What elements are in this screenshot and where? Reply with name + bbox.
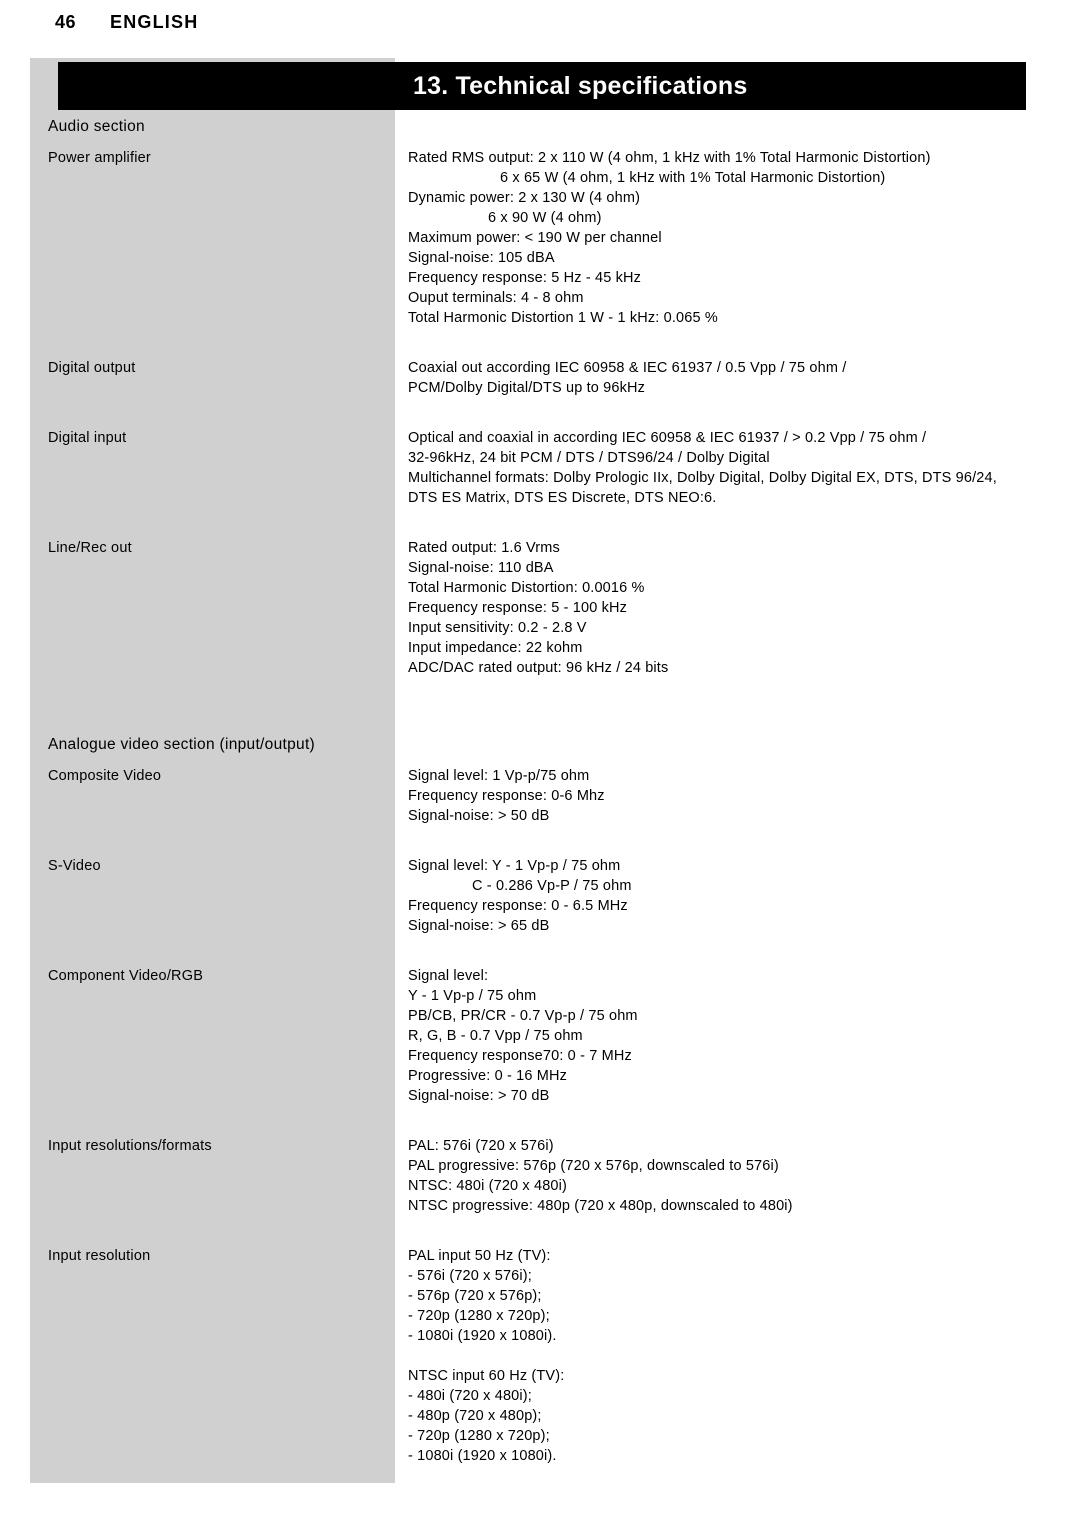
spec-row-values: Optical and coaxial in according IEC 609… bbox=[408, 428, 1028, 508]
spec-line: Rated output: 1.6 Vrms bbox=[408, 540, 560, 556]
spec-line: Rated RMS output: 2 x 110 W (4 ohm, 1 kH… bbox=[408, 150, 931, 166]
spec-line: Signal level: Y - 1 Vp-p / 75 ohm bbox=[408, 858, 621, 874]
spec-line: Optical and coaxial in according IEC 609… bbox=[408, 430, 927, 446]
spec-row-label: Power amplifier bbox=[48, 150, 151, 166]
spec-row-label: S-Video bbox=[48, 858, 101, 874]
page-header: 46 ENGLISH bbox=[0, 0, 1080, 58]
spec-row-label: Composite Video bbox=[48, 768, 162, 784]
spec-line: PAL progressive: 576p (720 x 576p, downs… bbox=[408, 1158, 779, 1174]
spec-line: Signal-noise: > 70 dB bbox=[408, 1088, 550, 1104]
spec-line: Progressive: 0 - 16 MHz bbox=[408, 1068, 567, 1084]
spec-row-label: Line/Rec out bbox=[48, 540, 132, 556]
spec-line: - 576p (720 x 576p); bbox=[408, 1288, 542, 1304]
spec-line: - 576i (720 x 576i); bbox=[408, 1268, 532, 1284]
spec-line: 32-96kHz, 24 bit PCM / DTS / DTS96/24 / … bbox=[408, 450, 770, 466]
spec-line: R, G, B - 0.7 Vpp / 75 ohm bbox=[408, 1028, 583, 1044]
spec-row-values: Coaxial out according IEC 60958 & IEC 61… bbox=[408, 358, 1028, 398]
spec-line: Maximum power: < 190 W per channel bbox=[408, 230, 662, 246]
spec-line: DTS ES Matrix, DTS ES Discrete, DTS NEO:… bbox=[408, 490, 717, 506]
spec-line: Input impedance: 22 kohm bbox=[408, 640, 583, 656]
spec-row-label: Component Video/RGB bbox=[48, 968, 204, 984]
spec-line: Coaxial out according IEC 60958 & IEC 61… bbox=[408, 360, 847, 376]
spec-row-values: Signal level: 1 Vp-p/75 ohm Frequency res… bbox=[408, 766, 1028, 826]
spec-row-label: Digital input bbox=[48, 430, 127, 446]
spec-line: Total Harmonic Distortion 1 W - 1 kHz: 0… bbox=[408, 310, 718, 326]
spec-line: Signal-noise: > 50 dB bbox=[408, 808, 550, 824]
spec-line: 6 x 90 W (4 ohm) bbox=[488, 210, 602, 226]
page-number: 46 bbox=[55, 12, 77, 32]
section-heading: Audio section bbox=[48, 118, 145, 135]
language-label: ENGLISH bbox=[110, 12, 199, 32]
spec-line: C - 0.286 Vp-P / 75 ohm bbox=[472, 878, 632, 894]
spec-line: NTSC input 60 Hz (TV): bbox=[408, 1368, 565, 1384]
spec-line: Input sensitivity: 0.2 - 2.8 V bbox=[408, 620, 587, 636]
spec-line: PAL input 50 Hz (TV): bbox=[408, 1248, 551, 1264]
spec-row-values: PAL: 576i (720 x 576i) PAL progressive: 5… bbox=[408, 1136, 1028, 1216]
spec-line: Multichannel formats: Dolby Prologic IIx… bbox=[408, 470, 997, 486]
spec-line: Frequency response: 5 - 100 kHz bbox=[408, 600, 628, 616]
spec-row-values: Signal level: Y - 1 Vp-p / 75 ohm C - 0.2… bbox=[408, 856, 1028, 936]
spec-line: NTSC progressive: 480p (720 x 480p, down… bbox=[408, 1198, 793, 1214]
spec-line: - 480p (720 x 480p); bbox=[408, 1408, 542, 1424]
chapter-title-bar: 13. Technical specifications bbox=[58, 62, 1026, 110]
spec-row-values: Rated RMS output: 2 x 110 W (4 ohm, 1 kH… bbox=[408, 148, 1028, 328]
section-heading: Analogue video section (input/output) bbox=[48, 736, 316, 753]
spec-row-label: Input resolution bbox=[48, 1248, 151, 1264]
spec-line: - 720p (1280 x 720p); bbox=[408, 1308, 550, 1324]
spec-line: Signal-noise: 110 dBA bbox=[408, 560, 554, 576]
spec-row-label: Digital output bbox=[48, 360, 136, 376]
spec-line: - 1080i (1920 x 1080i). bbox=[408, 1448, 557, 1464]
spec-line: Signal level: bbox=[408, 968, 489, 984]
spec-line: Total Harmonic Distortion: 0.0016 % bbox=[408, 580, 645, 596]
spec-line: 6 x 65 W (4 ohm, 1 kHz with 1% Total Har… bbox=[500, 170, 886, 186]
spec-line: - 480i (720 x 480i); bbox=[408, 1388, 532, 1404]
spec-line: Y - 1 Vp-p / 75 ohm bbox=[408, 988, 537, 1004]
document-page: 46 ENGLISH 13. Technical specifications … bbox=[0, 0, 1080, 1528]
spec-row-values: Signal level: Y - 1 Vp-p / 75 ohm PB/CB, P… bbox=[408, 966, 1028, 1106]
spec-row-values: Rated output: 1.6 Vrms Signal-noise: 110 … bbox=[408, 538, 1028, 678]
spec-row-values: PAL input 50 Hz (TV): - 576i (720 x 576i)… bbox=[408, 1246, 1028, 1466]
spec-line: Frequency response70: 0 - 7 MHz bbox=[408, 1048, 632, 1064]
spec-line: NTSC: 480i (720 x 480i) bbox=[408, 1178, 567, 1194]
spec-line: Signal-noise: 105 dBA bbox=[408, 250, 555, 266]
chapter-title: 13. Technical specifications bbox=[413, 72, 748, 100]
spec-line: Frequency response: 0-6 Mhz bbox=[408, 788, 605, 804]
spec-line: ADC/DAC rated output: 96 kHz / 24 bits bbox=[408, 660, 669, 676]
spec-line: Dynamic power: 2 x 130 W (4 ohm) bbox=[408, 190, 641, 206]
spec-line: - 720p (1280 x 720p); bbox=[408, 1428, 550, 1444]
spec-line: Frequency response: 0 - 6.5 MHz bbox=[408, 898, 628, 914]
spec-line: Ouput terminals: 4 - 8 ohm bbox=[408, 290, 584, 306]
spec-line: PAL: 576i (720 x 576i) bbox=[408, 1138, 554, 1154]
spec-line: Frequency response: 5 Hz - 45 kHz bbox=[408, 270, 642, 286]
spec-line: Signal level: 1 Vp-p/75 ohm bbox=[408, 768, 590, 784]
spec-row-label: Input resolutions/formats bbox=[48, 1138, 212, 1154]
spec-line: PB/CB, PR/CR - 0.7 Vp-p / 75 ohm bbox=[408, 1008, 638, 1024]
spec-line-spacer bbox=[408, 1346, 1028, 1366]
spec-line: Signal-noise: > 65 dB bbox=[408, 918, 550, 934]
spec-line: - 1080i (1920 x 1080i). bbox=[408, 1328, 557, 1344]
spec-line: PCM/Dolby Digital/DTS up to 96kHz bbox=[408, 380, 646, 396]
